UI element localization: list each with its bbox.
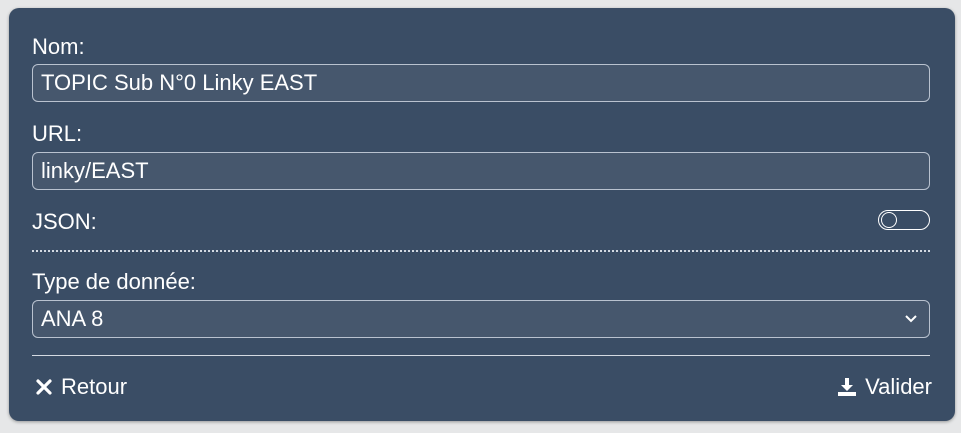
close-icon xyxy=(36,379,52,395)
json-toggle[interactable] xyxy=(878,210,930,230)
json-label: JSON: xyxy=(32,209,97,234)
submit-button-label: Valider xyxy=(865,374,932,399)
back-button-label: Retour xyxy=(61,374,128,399)
footer-divider xyxy=(32,355,930,356)
download-icon xyxy=(838,378,857,396)
toggle-knob xyxy=(881,212,897,228)
edit-topic-panel: Nom: TOPIC Sub N°0 Linky EAST URL: linky… xyxy=(9,8,955,421)
type-select-value: ANA 8 xyxy=(41,306,104,331)
url-label: URL: xyxy=(32,121,83,146)
chevron-down-icon xyxy=(905,315,917,323)
section-divider-dotted xyxy=(32,250,930,252)
url-input[interactable]: linky/EAST xyxy=(32,152,930,190)
type-select[interactable]: ANA 8 xyxy=(32,300,930,338)
submit-button[interactable]: Valider xyxy=(837,374,932,400)
type-label: Type de donnée: xyxy=(32,269,196,294)
nom-input[interactable]: TOPIC Sub N°0 Linky EAST xyxy=(32,64,930,102)
nom-label: Nom: xyxy=(32,34,85,59)
back-button[interactable]: Retour xyxy=(35,374,127,400)
